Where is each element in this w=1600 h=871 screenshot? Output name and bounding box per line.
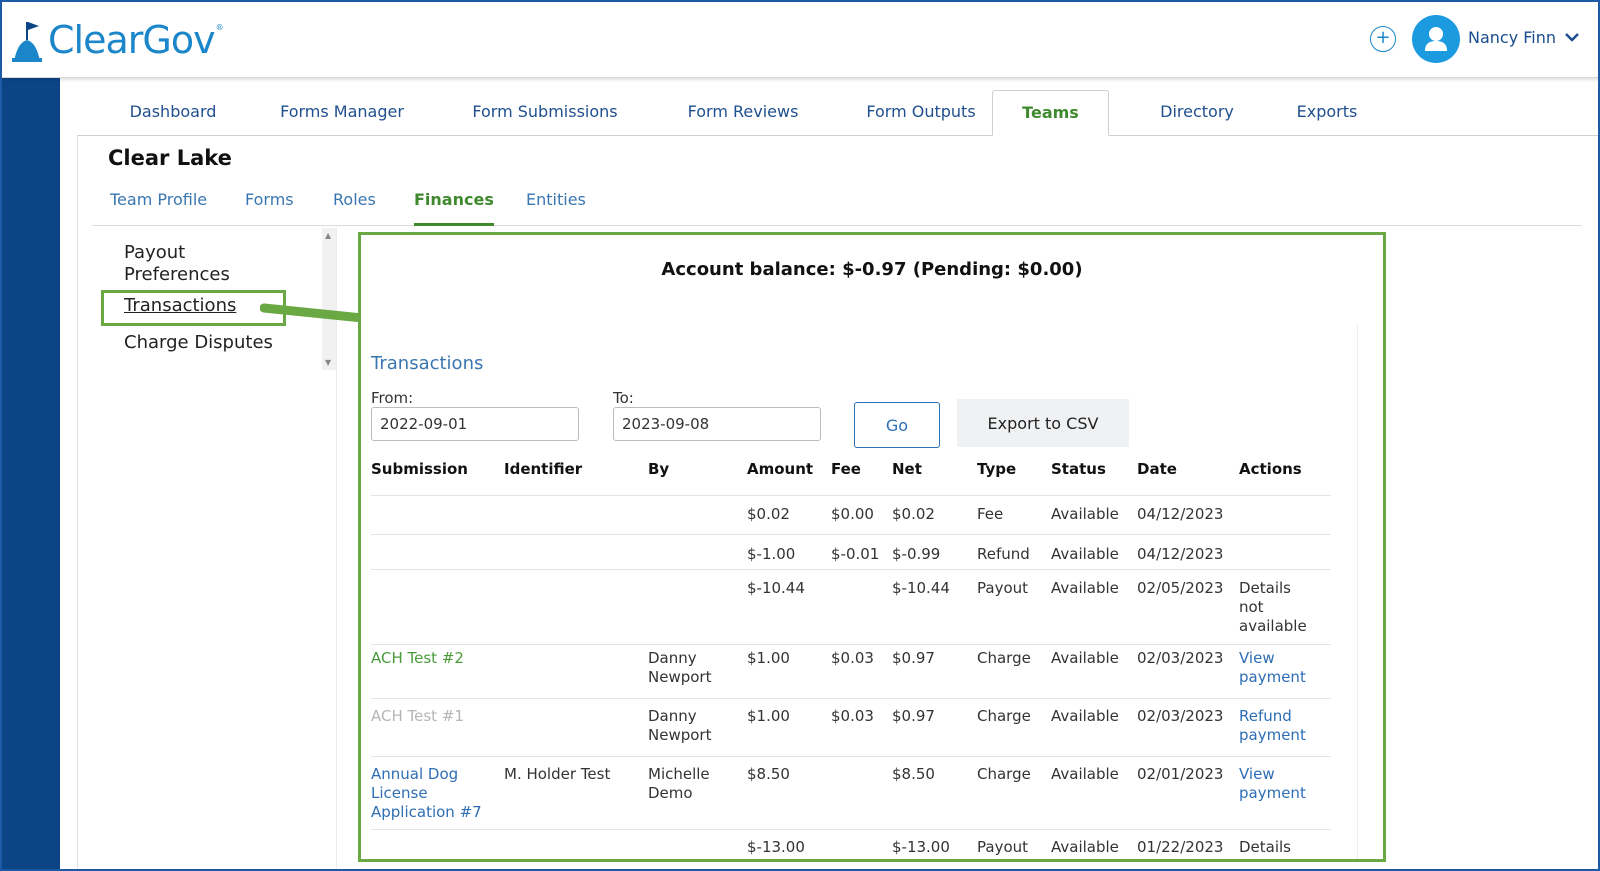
plus-circle-icon[interactable]: +: [1370, 26, 1396, 52]
refund-payment-link[interactable]: Refund payment: [1239, 707, 1319, 745]
tab-form-submissions[interactable]: Form Submissions: [447, 90, 643, 136]
tab-directory[interactable]: Directory: [1132, 90, 1262, 136]
chevron-down-icon[interactable]: [1563, 30, 1581, 44]
team-sub-tabs: Team Profile Forms Roles Finances Entiti…: [92, 182, 1582, 226]
submission-link[interactable]: ACH Test #1: [371, 707, 464, 726]
scroll-up-icon[interactable]: ▲: [325, 231, 331, 240]
to-date-input[interactable]: [613, 407, 821, 441]
submission-link[interactable]: Annual Dog License Application #7: [371, 765, 493, 822]
col-date: Date: [1137, 460, 1177, 478]
col-submission: Submission: [371, 460, 468, 478]
cleargov-logo[interactable]: ClearGov ®: [12, 18, 224, 62]
account-balance: Account balance: $-0.97 (Pending: $0.00): [661, 259, 1083, 280]
page-title: Clear Lake: [108, 146, 232, 170]
go-button[interactable]: Go: [854, 402, 940, 448]
from-label: From:: [371, 389, 414, 407]
tab-form-reviews[interactable]: Form Reviews: [667, 90, 819, 136]
transactions-panel: Account balance: $-0.97 (Pending: $0.00)…: [358, 232, 1386, 862]
user-avatar-icon[interactable]: [1412, 15, 1460, 63]
view-payment-link[interactable]: View payment: [1239, 649, 1319, 687]
subtab-finances[interactable]: Finances: [414, 190, 494, 226]
tab-teams[interactable]: Teams: [992, 90, 1109, 136]
col-fee: Fee: [831, 460, 861, 478]
subtab-forms[interactable]: Forms: [245, 190, 294, 226]
subtab-roles[interactable]: Roles: [333, 190, 376, 226]
tab-form-outputs[interactable]: Form Outputs: [842, 90, 1000, 136]
col-type: Type: [977, 460, 1017, 478]
details-not-available: Details not available: [1239, 838, 1292, 859]
transactions-heading: Transactions: [371, 353, 484, 374]
submission-link[interactable]: ACH Test #2: [371, 649, 464, 668]
col-amount: Amount: [747, 460, 814, 478]
col-actions: Actions: [1239, 460, 1302, 478]
col-net: Net: [892, 460, 922, 478]
col-by: By: [648, 460, 670, 478]
left-rail: [2, 78, 60, 871]
scroll-down-icon[interactable]: ▼: [325, 358, 331, 367]
main-nav-tabs: Dashboard Forms Manager Form Submissions…: [77, 90, 1600, 136]
transactions-highlight-box: [101, 290, 286, 326]
col-status: Status: [1051, 460, 1106, 478]
view-payment-link[interactable]: View payment: [1239, 765, 1319, 803]
from-date-input[interactable]: [371, 407, 579, 441]
details-not-available: Details not available: [1239, 579, 1307, 635]
tab-forms-manager[interactable]: Forms Manager: [262, 90, 422, 136]
top-header: ClearGov ® + Nancy Finn: [0, 0, 1600, 78]
to-label: To:: [613, 389, 634, 407]
flag-logo-icon: [12, 22, 42, 62]
logo-wordmark: ClearGov: [48, 18, 216, 62]
subtab-entities[interactable]: Entities: [526, 190, 586, 226]
col-identifier: Identifier: [504, 460, 583, 478]
user-name[interactable]: Nancy Finn: [1468, 28, 1556, 47]
export-csv-button[interactable]: Export to CSV: [957, 399, 1129, 447]
tab-dashboard[interactable]: Dashboard: [103, 90, 243, 136]
side-item-payout-preferences[interactable]: Payout Preferences: [124, 242, 254, 286]
tab-exports[interactable]: Exports: [1272, 90, 1382, 136]
subtab-team-profile[interactable]: Team Profile: [110, 190, 207, 226]
